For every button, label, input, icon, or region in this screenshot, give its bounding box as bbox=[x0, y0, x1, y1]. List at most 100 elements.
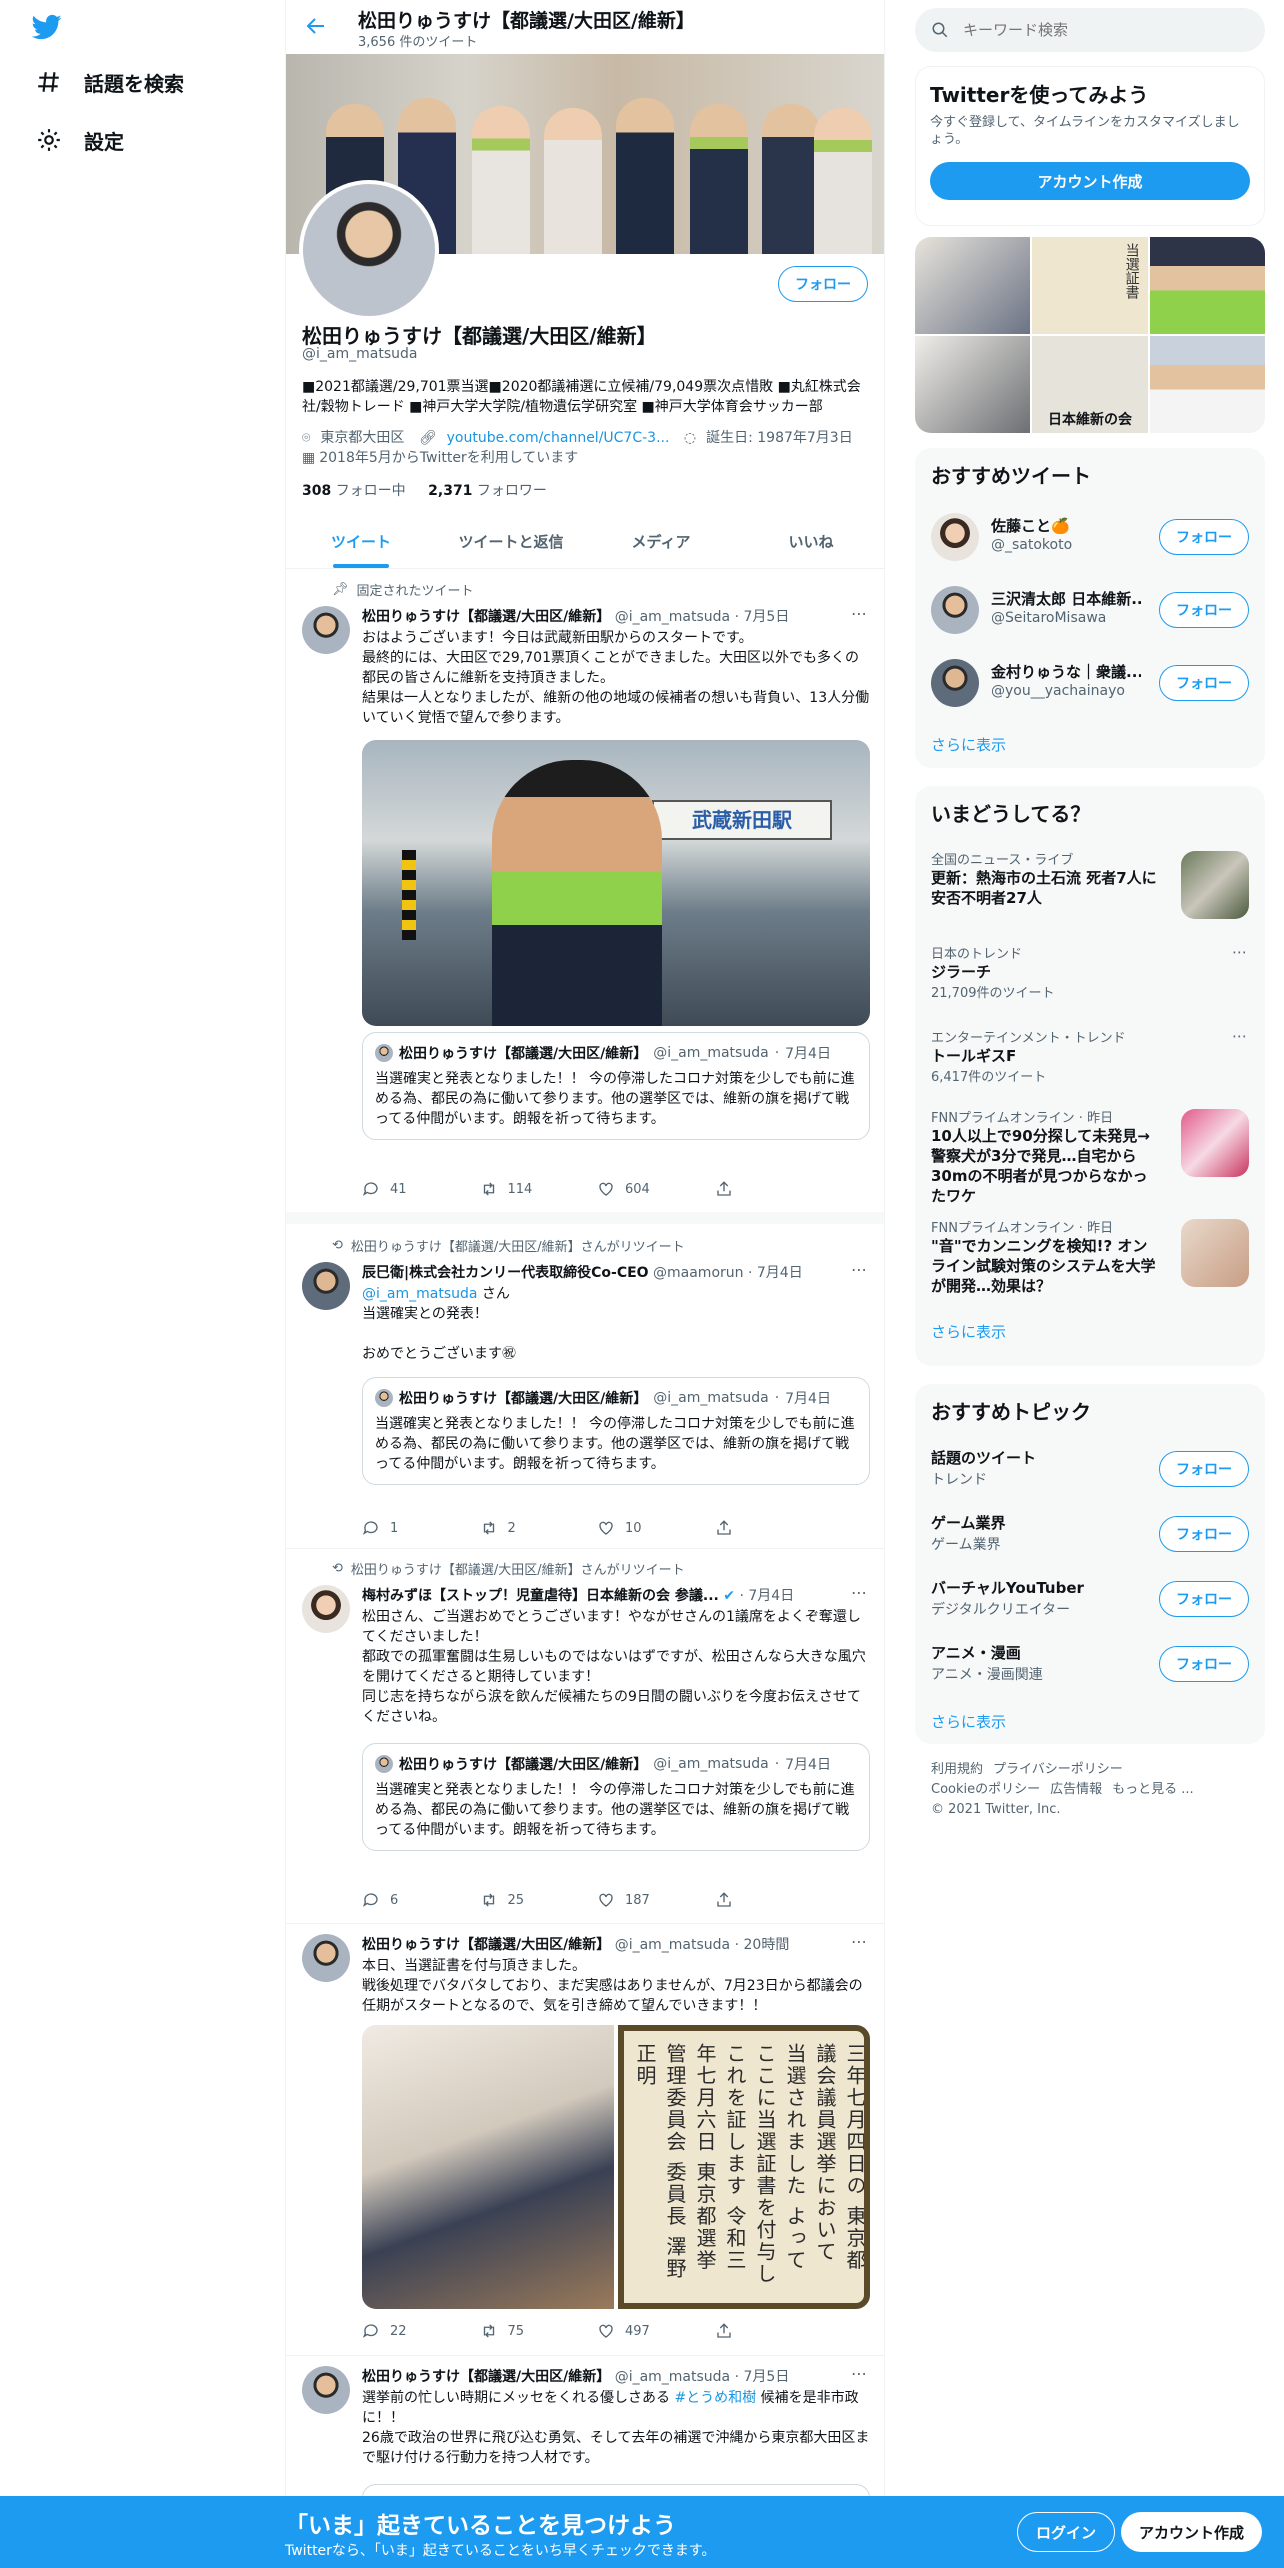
followers-link[interactable]: 2,371 フォロワー bbox=[428, 483, 547, 499]
like-button[interactable]: 187 bbox=[597, 1891, 715, 1909]
tab-media[interactable]: メディア bbox=[586, 515, 736, 568]
like-button[interactable]: 497 bbox=[597, 2322, 715, 2340]
reply-button[interactable]: 6 bbox=[362, 1891, 480, 1909]
more-icon[interactable]: ⋯ bbox=[1232, 943, 1247, 961]
profile-avatar[interactable] bbox=[299, 180, 439, 320]
footer-link[interactable]: Cookieのポリシー bbox=[931, 1782, 1040, 1797]
hashtag-link[interactable]: #とうめ和樹 bbox=[674, 2390, 756, 2406]
tweet-avatar[interactable] bbox=[302, 1585, 350, 1633]
more-icon[interactable]: ⋯ bbox=[851, 1583, 868, 1602]
trend-item[interactable]: FNNプライムオンライン · 昨日 "音"でカンニングを検知!? オンライン試験… bbox=[915, 1207, 1265, 1307]
footer-link[interactable]: もっと見る ... bbox=[1112, 1782, 1194, 1797]
share-button[interactable] bbox=[715, 1519, 833, 1537]
tweet-avatar[interactable] bbox=[302, 1934, 350, 1982]
trend-item[interactable]: 全国のニュース・ライブ 更新：熱海市の土石流 死者7人に 安否不明者27人 bbox=[915, 839, 1265, 933]
main-column: 松田りゅうすけ【都議選/大田区/維新】 3,656 件のツイート フォロー 松田… bbox=[285, 0, 885, 2568]
profile-meta: ⌾ 東京都大田区 🔗︎ youtube.com/channel/UC7C-3... … bbox=[302, 428, 872, 468]
share-button[interactable] bbox=[715, 2322, 833, 2340]
tab-tweets-replies[interactable]: ツイートと返信 bbox=[436, 515, 586, 568]
profile-url[interactable]: youtube.com/channel/UC7C-3... bbox=[447, 430, 670, 446]
topic-item[interactable]: アニメ・漫画 アニメ・漫画関連 フォロー bbox=[915, 1632, 1265, 1697]
user-avatar[interactable] bbox=[931, 659, 979, 707]
tweet-image[interactable]: 武蔵新田駅 bbox=[362, 740, 870, 1026]
share-button[interactable] bbox=[715, 1891, 833, 1909]
tweet[interactable]: ⟲ 松田りゅうすけ【都議選/大田区/維新】さんがリツイート 梅村みずほ【ストップ！… bbox=[286, 1549, 884, 1924]
follow-button[interactable]: フォロー bbox=[1159, 1516, 1249, 1552]
more-icon[interactable]: ⋯ bbox=[1232, 1027, 1247, 1045]
retweet-button[interactable]: 75 bbox=[480, 2322, 598, 2340]
show-more-link[interactable]: さらに表示 bbox=[915, 1307, 1265, 1356]
login-button[interactable]: ログイン bbox=[1017, 2512, 1116, 2552]
topic-item[interactable]: バーチャルYouTuber デジタルクリエイター フォロー bbox=[915, 1567, 1265, 1632]
show-more-link[interactable]: さらに表示 bbox=[915, 1697, 1265, 1744]
follow-button[interactable]: フォロー bbox=[1159, 1581, 1249, 1617]
media-thumb[interactable] bbox=[1149, 237, 1265, 334]
trend-item[interactable]: FNNプライムオンライン · 昨日 10人以上で90分探して未発見→警察犬が3分… bbox=[915, 1097, 1265, 1207]
quoted-tweet[interactable]: 松田りゅうすけ【都議選/大田区/維新】 @i_am_matsuda · 7月4日 当… bbox=[362, 1743, 870, 1851]
retweet-icon: ⟲ bbox=[332, 1561, 343, 1576]
like-button[interactable]: 10 bbox=[597, 1519, 715, 1537]
suggested-user[interactable]: 金村りゅうな｜衆議... @you__yachainayo フォロー bbox=[915, 647, 1265, 720]
reply-button[interactable]: 41 bbox=[362, 1180, 480, 1198]
like-button[interactable]: 604 bbox=[597, 1180, 715, 1198]
reply-button[interactable]: 22 bbox=[362, 2322, 480, 2340]
tweet[interactable]: ⟲ 松田りゅうすけ【都議選/大田区/維新】さんがリツイート 辰巳衛|株式会社カンリ… bbox=[286, 1224, 884, 1549]
retweet-button[interactable]: 2 bbox=[480, 1519, 598, 1537]
footer-link[interactable]: プライバシーポリシー bbox=[993, 1762, 1123, 1777]
trend-item[interactable]: 日本のトレンド ジラーチ 21,709件のツイート ⋯ bbox=[915, 933, 1265, 1017]
tweet-avatar[interactable] bbox=[302, 2366, 350, 2414]
quoted-tweet[interactable]: 松田りゅうすけ【都議選/大田区/維新】 @i_am_matsuda · 7月4日 当… bbox=[362, 1377, 870, 1485]
media-thumb[interactable] bbox=[915, 336, 1031, 433]
tweet-image-certificate[interactable]: 松田龍典 あなたは令和三年七月四日の 東京都議会議員選挙において 当選されました… bbox=[618, 2025, 870, 2309]
tweet-avatar[interactable] bbox=[302, 1262, 350, 1310]
suggested-user[interactable]: 三沢清太郎 日本維新... @SeitaroMisawa フォロー bbox=[915, 574, 1265, 647]
media-thumb[interactable] bbox=[915, 237, 1031, 334]
topic-item[interactable]: ゲーム業界 ゲーム業界 フォロー bbox=[915, 1502, 1265, 1567]
more-icon[interactable]: ⋯ bbox=[851, 1260, 868, 1279]
reply-button[interactable]: 1 bbox=[362, 1519, 480, 1537]
tweet-image-ceremony[interactable] bbox=[362, 2025, 614, 2309]
search-input[interactable] bbox=[963, 21, 1223, 39]
twitter-logo-icon[interactable] bbox=[30, 12, 64, 42]
more-icon[interactable]: ⋯ bbox=[851, 604, 868, 623]
user-avatar[interactable] bbox=[931, 513, 979, 561]
tweet-header: 辰巳衛|株式会社カンリー代表取締役Co-CEO @maamorun · 7月4日 bbox=[362, 1265, 803, 1281]
quoted-tweet[interactable]: 松田りゅうすけ【都議選/大田区/維新】 @i_am_matsuda · 7月4日 当… bbox=[362, 1032, 870, 1140]
user-avatar[interactable] bbox=[931, 586, 979, 634]
tab-tweets[interactable]: ツイート bbox=[286, 515, 436, 568]
follow-button[interactable]: フォロー bbox=[1159, 1451, 1249, 1487]
retweet-button[interactable]: 25 bbox=[480, 1891, 598, 1909]
follow-button[interactable]: フォロー bbox=[1159, 1646, 1249, 1682]
media-thumb[interactable]: 日本維新の会 bbox=[1032, 336, 1148, 433]
footer-link[interactable]: 広告情報 bbox=[1050, 1782, 1102, 1797]
mention-link[interactable]: @i_am_matsuda bbox=[362, 1286, 477, 1302]
tweet-avatar[interactable] bbox=[302, 606, 350, 654]
retweet-button[interactable]: 114 bbox=[480, 1180, 598, 1198]
signup-button[interactable]: アカウント作成 bbox=[1121, 2512, 1263, 2552]
media-thumb[interactable] bbox=[1149, 336, 1265, 433]
follow-button[interactable]: フォロー bbox=[1159, 519, 1249, 555]
bottom-bar-subtitle: Twitterなら、「いま」起きていることをいち早くチェックできます。 bbox=[285, 2543, 716, 2559]
user-handle: @you__yachainayo bbox=[991, 683, 1125, 699]
create-account-button[interactable]: アカウント作成 bbox=[930, 162, 1250, 200]
topic-item[interactable]: 話題のツイート トレンド フォロー bbox=[915, 1437, 1265, 1502]
suggested-user[interactable]: 佐藤こと🍊 @_satokoto フォロー bbox=[915, 501, 1265, 574]
nav-explore[interactable]: 話題を検索 bbox=[36, 62, 184, 102]
follow-button[interactable]: フォロー bbox=[1159, 665, 1249, 701]
share-button[interactable] bbox=[715, 1180, 833, 1198]
more-icon[interactable]: ⋯ bbox=[851, 1932, 868, 1951]
following-link[interactable]: 308 フォロー中 bbox=[302, 483, 406, 499]
footer-link[interactable]: 利用規約 bbox=[931, 1762, 983, 1777]
tweet[interactable]: 📌︎ 固定されたツイート 松田りゅうすけ【都議選/大田区/維新】 @i_am_ma… bbox=[286, 570, 884, 1218]
tab-likes[interactable]: いいね bbox=[736, 515, 884, 568]
show-more-link[interactable]: さらに表示 bbox=[915, 720, 1265, 768]
follow-button[interactable]: フォロー bbox=[1159, 592, 1249, 628]
more-icon[interactable]: ⋯ bbox=[851, 2364, 868, 2383]
search-box[interactable] bbox=[915, 8, 1265, 52]
nav-settings[interactable]: 設定 bbox=[36, 120, 124, 160]
trend-item[interactable]: エンターテインメント・トレンド トールギスF 6,417件のツイート ⋯ bbox=[915, 1017, 1265, 1097]
back-arrow-icon[interactable] bbox=[304, 14, 328, 38]
profile-follow-button[interactable]: フォロー bbox=[778, 266, 868, 302]
pin-icon: 📌︎ bbox=[332, 582, 349, 597]
media-thumb[interactable]: 当選証書 bbox=[1032, 237, 1148, 334]
